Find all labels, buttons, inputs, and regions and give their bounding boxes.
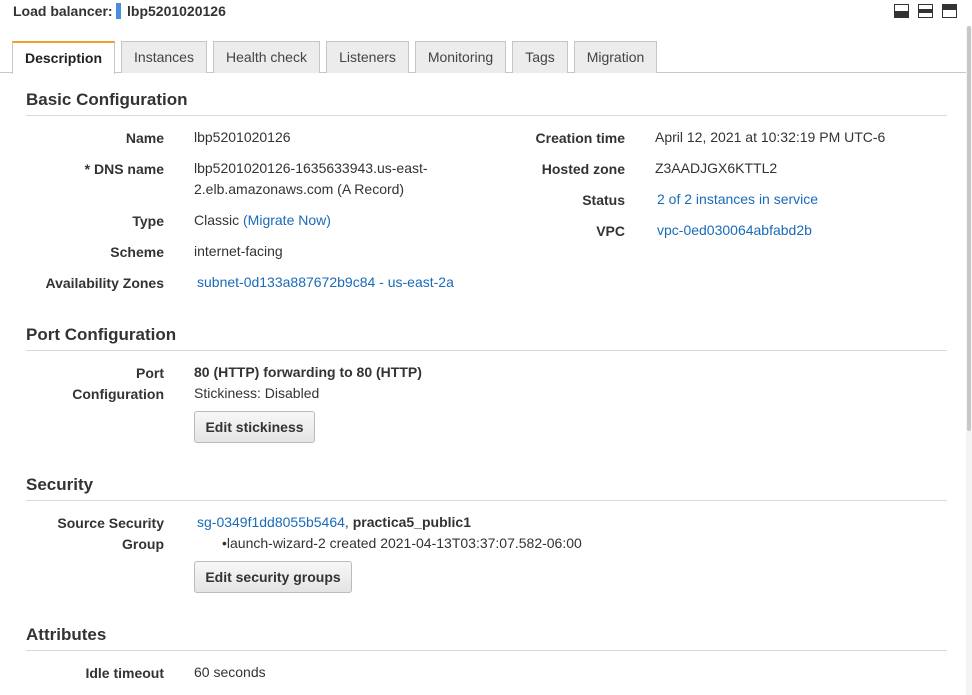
tab-instances[interactable]: Instances [121, 41, 207, 73]
scrollbar-thumb[interactable] [967, 26, 971, 431]
type-label: Type [132, 213, 164, 229]
vpc-label: VPC [596, 223, 625, 239]
availability-zone-link[interactable]: subnet-0d133a887672b9c84 - us-east-2a [197, 272, 454, 293]
tab-monitoring[interactable]: Monitoring [415, 41, 506, 73]
security-title: Security [26, 475, 94, 494]
creation-time-label: Creation time [535, 130, 625, 146]
idle-timeout-value: 60 seconds [194, 664, 266, 680]
port-forwarding-value: 80 (HTTP) forwarding to 80 (HTTP) [194, 364, 422, 380]
idle-timeout-label: Idle timeout [85, 665, 164, 681]
type-value: Classic [194, 212, 240, 228]
tab-health-check[interactable]: Health check [213, 41, 320, 73]
security-group-separator: , [344, 514, 349, 530]
vpc-link[interactable]: vpc-0ed030064abfabd2b [657, 220, 812, 241]
panel-bottom-icon[interactable] [894, 4, 909, 18]
tab-migration[interactable]: Migration [574, 41, 657, 73]
source-security-group-label-line2: Group [122, 536, 164, 552]
security-group-name: practica5_public1 [352, 514, 471, 530]
basic-config-divider [26, 115, 947, 116]
security-group-detail: •launch-wizard-2 created 2021-04-13T03:3… [222, 533, 582, 554]
type-value-row: Classic (Migrate Now) [194, 210, 331, 231]
hosted-zone-label: Hosted zone [541, 161, 625, 177]
dns-name-line1: lbp5201020126-1635633943.us-east- [194, 160, 428, 176]
header-bar: Load balancer: lbp5201020126 [0, 0, 972, 26]
tab-description[interactable]: Description [12, 41, 115, 74]
tab-bar: Description Instances Health check Liste… [12, 41, 967, 74]
basic-config-title: Basic Configuration [26, 90, 188, 109]
name-value: lbp5201020126 [194, 129, 291, 145]
tab-listeners[interactable]: Listeners [326, 41, 409, 73]
tab-tags[interactable]: Tags [512, 41, 568, 73]
attributes-title: Attributes [26, 625, 107, 644]
name-label: Name [125, 130, 164, 146]
scheme-label: Scheme [110, 244, 164, 260]
port-config-title: Port Configuration [26, 325, 177, 344]
creation-time-value: April 12, 2021 at 10:32:19 PM UTC-6 [655, 129, 886, 145]
security-divider [26, 500, 947, 501]
hosted-zone-value: Z3AADJGX6KTTL2 [655, 160, 778, 176]
panel-middle-icon[interactable] [918, 4, 933, 18]
source-security-group-label-line1: Source Security [57, 515, 164, 531]
security-group-link[interactable]: sg-0349f1dd8055b5464 [197, 514, 345, 530]
security-group-row: sg-0349f1dd8055b5464, practica5_public1 [197, 512, 471, 533]
status-label: Status [582, 192, 625, 208]
load-balancer-name: lbp5201020126 [127, 3, 226, 19]
port-config-divider [26, 350, 947, 351]
panel-top-icon[interactable] [942, 4, 957, 18]
load-balancer-marker [116, 3, 121, 19]
stickiness-value: Stickiness: Disabled [194, 385, 320, 401]
migrate-now-link[interactable]: (Migrate Now) [243, 212, 331, 228]
dns-name-line2: 2.elb.amazonaws.com (A Record) [194, 181, 405, 197]
edit-security-groups-button[interactable]: Edit security groups [194, 561, 352, 593]
attributes-divider [26, 650, 947, 651]
port-config-label-line2: Configuration [72, 386, 164, 402]
security-group-detail-text: launch-wizard-2 created 2021-04-13T03:37… [226, 535, 582, 551]
dns-name-label: * DNS name [84, 161, 164, 177]
edit-stickiness-button[interactable]: Edit stickiness [194, 411, 315, 443]
availability-zones-label: Availability Zones [45, 275, 164, 291]
load-balancer-label: Load balancer: [13, 3, 113, 19]
port-config-label-line1: Port [136, 365, 164, 381]
status-link[interactable]: 2 of 2 instances in service [657, 189, 818, 210]
scheme-value: internet-facing [194, 243, 283, 259]
